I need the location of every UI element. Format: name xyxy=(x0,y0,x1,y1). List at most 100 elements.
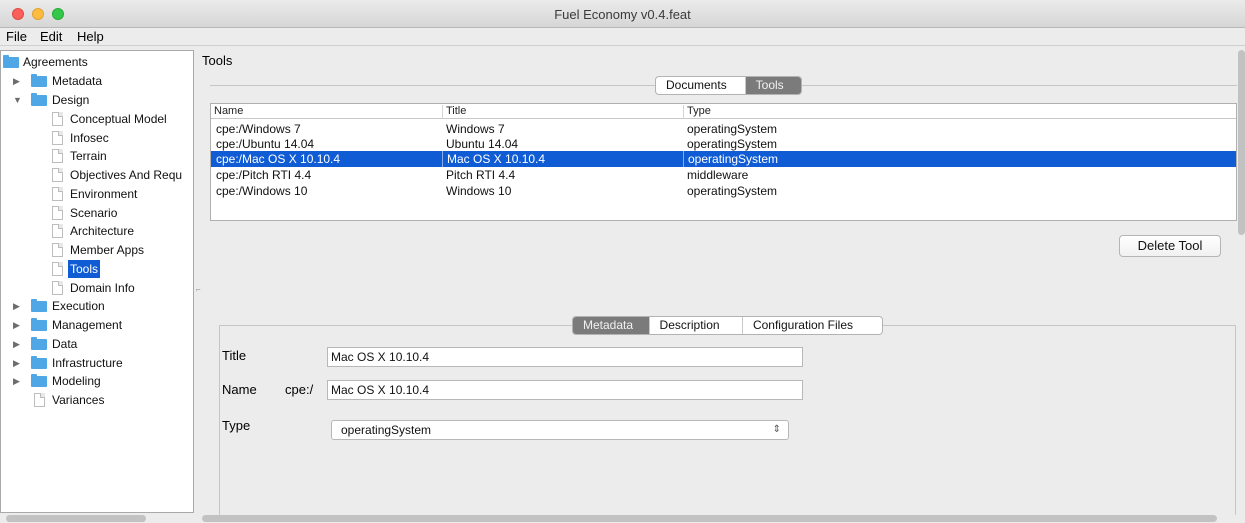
cell-name: cpe:/Windows 7 xyxy=(216,122,301,136)
cell-type: operatingSystem xyxy=(687,137,778,151)
tree-label: Domain Info xyxy=(70,281,135,295)
name-input[interactable]: Mac OS X 10.10.4 xyxy=(327,380,803,400)
document-icon xyxy=(52,149,63,163)
tree-item-management[interactable]: ▶ Management xyxy=(1,316,193,334)
group-border xyxy=(210,85,655,86)
tree-item-metadata[interactable]: ▶ Metadata xyxy=(1,72,193,90)
updown-chevron-icon: ⇕ xyxy=(772,424,781,435)
tree-item-member-apps[interactable]: Member Apps xyxy=(1,241,193,259)
navigation-tree[interactable]: Agreements ▶ Metadata ▼ Design Conceptua… xyxy=(0,50,194,522)
tree-item-terrain[interactable]: Terrain xyxy=(1,147,193,165)
document-icon xyxy=(52,131,63,145)
table-header: Name Title Type xyxy=(211,104,1236,119)
table-row[interactable]: cpe:/Windows 10 Windows 10 operatingSyst… xyxy=(211,183,1236,199)
chevron-right-icon[interactable]: ▶ xyxy=(13,297,23,315)
folder-icon xyxy=(31,318,47,331)
tree-item-modeling[interactable]: ▶ Modeling xyxy=(1,372,193,390)
folder-icon xyxy=(31,74,47,87)
tree-item-infrastructure[interactable]: ▶ Infrastructure xyxy=(1,354,193,372)
tree-label: Architecture xyxy=(70,224,135,238)
column-header-type[interactable]: Type xyxy=(683,105,983,119)
document-icon xyxy=(52,168,63,182)
tree-label: Agreements xyxy=(23,55,88,69)
menu-help[interactable]: Help xyxy=(77,29,104,44)
tree-label: Metadata xyxy=(52,74,103,88)
table-row-selected[interactable]: cpe:/Mac OS X 10.10.4 Mac OS X 10.10.4 o… xyxy=(211,151,1236,167)
tree-item-objectives[interactable]: Objectives And Requ xyxy=(1,166,193,184)
tree-item-data[interactable]: ▶ Data xyxy=(1,335,193,353)
document-icon xyxy=(52,224,63,238)
cell-title: Pitch RTI 4.4 xyxy=(446,168,516,182)
title-input[interactable]: Mac OS X 10.10.4 xyxy=(327,347,803,367)
cell-type: operatingSystem xyxy=(683,151,778,167)
document-icon xyxy=(52,243,63,257)
folder-icon xyxy=(3,55,19,68)
tree-label: Infosec xyxy=(70,131,109,145)
chevron-down-icon[interactable]: ▼ xyxy=(13,91,23,109)
tree-label: Terrain xyxy=(70,149,107,163)
group-border xyxy=(802,85,1237,86)
tab-documents[interactable]: Documents xyxy=(656,77,746,94)
tree-item-execution[interactable]: ▶ Execution xyxy=(1,297,193,315)
table-row[interactable]: cpe:/Pitch RTI 4.4 Pitch RTI 4.4 middlew… xyxy=(211,167,1236,183)
title-label: Title xyxy=(222,348,247,363)
cell-name: cpe:/Mac OS X 10.10.4 xyxy=(216,152,341,166)
tree-item-design[interactable]: ▼ Design xyxy=(1,91,193,109)
menu-file[interactable]: File xyxy=(6,29,27,44)
type-select-value: operatingSystem xyxy=(341,423,432,437)
app-window: Fuel Economy v0.4.feat File Edit Help Ag… xyxy=(0,0,1245,523)
tree-item-tools[interactable]: Tools xyxy=(1,260,193,278)
main-horizontal-scrollbar[interactable] xyxy=(202,515,1217,522)
chevron-right-icon[interactable]: ▶ xyxy=(13,354,23,372)
cell-title: Windows 10 xyxy=(446,184,512,198)
tree-item-environment[interactable]: Environment xyxy=(1,185,193,203)
tab-configuration-files[interactable]: Configuration Files xyxy=(743,317,882,334)
chevron-right-icon[interactable]: ▶ xyxy=(13,372,23,390)
cell-name: cpe:/Pitch RTI 4.4 xyxy=(216,168,312,182)
column-header-name[interactable]: Name xyxy=(211,105,442,119)
tree-item-scenario[interactable]: Scenario xyxy=(1,204,193,222)
window-title: Fuel Economy v0.4.feat xyxy=(554,7,691,22)
tree-label: Modeling xyxy=(52,374,101,388)
document-icon xyxy=(34,393,45,407)
title-bar: Fuel Economy v0.4.feat xyxy=(0,0,1245,28)
tab-tools[interactable]: Tools xyxy=(745,77,801,94)
table-row[interactable]: cpe:/Windows 7 Windows 7 operatingSystem xyxy=(211,121,1236,137)
tree-label: Objectives And Requ xyxy=(70,168,183,182)
tab-description[interactable]: Description xyxy=(650,317,743,334)
tree-item-infosec[interactable]: Infosec xyxy=(1,129,193,147)
folder-icon xyxy=(31,374,47,387)
menu-edit[interactable]: Edit xyxy=(40,29,62,44)
menu-bar: File Edit Help xyxy=(0,28,1245,46)
cell-type: operatingSystem xyxy=(687,122,778,136)
tree-item-domain-info[interactable]: Domain Info xyxy=(1,279,193,297)
tree-item-conceptual-model[interactable]: Conceptual Model xyxy=(1,110,193,128)
chevron-right-icon[interactable]: ▶ xyxy=(13,316,23,334)
cell-type: operatingSystem xyxy=(687,184,778,198)
tree-label: Environment xyxy=(70,187,138,201)
sidebar-horizontal-scrollbar[interactable] xyxy=(6,515,146,522)
tree-item-variances[interactable]: Variances xyxy=(1,391,193,409)
tab-metadata[interactable]: Metadata xyxy=(573,317,650,334)
tree-label: Conceptual Model xyxy=(70,112,167,126)
tree-item-architecture[interactable]: Architecture xyxy=(1,222,193,240)
delete-tool-button[interactable]: Delete Tool xyxy=(1119,235,1221,257)
tree-label: Execution xyxy=(52,299,105,313)
column-header-title[interactable]: Title xyxy=(442,105,683,119)
tree-label: Scenario xyxy=(70,206,118,220)
tree-label-selected: Tools xyxy=(68,260,101,278)
tree-root-agreements[interactable]: Agreements xyxy=(1,53,193,71)
type-label: Type xyxy=(222,418,251,433)
main-vertical-scrollbar[interactable] xyxy=(1238,50,1245,235)
tools-table[interactable]: Name Title Type cpe:/Windows 7 Windows 7… xyxy=(210,103,1237,221)
document-tabs: Documents Tools xyxy=(655,76,802,95)
type-select[interactable]: operatingSystem ⇕ xyxy=(331,420,789,440)
document-icon xyxy=(52,281,63,295)
chevron-right-icon[interactable]: ▶ xyxy=(13,72,23,90)
cell-title: Ubuntu 14.04 xyxy=(446,137,519,151)
detail-tabs: Metadata Description Configuration Files xyxy=(572,316,883,335)
chevron-right-icon[interactable]: ▶ xyxy=(13,335,23,353)
tree-label: Management xyxy=(52,318,123,332)
table-row[interactable]: cpe:/Ubuntu 14.04 Ubuntu 14.04 operating… xyxy=(211,136,1236,152)
folder-icon xyxy=(31,337,47,350)
